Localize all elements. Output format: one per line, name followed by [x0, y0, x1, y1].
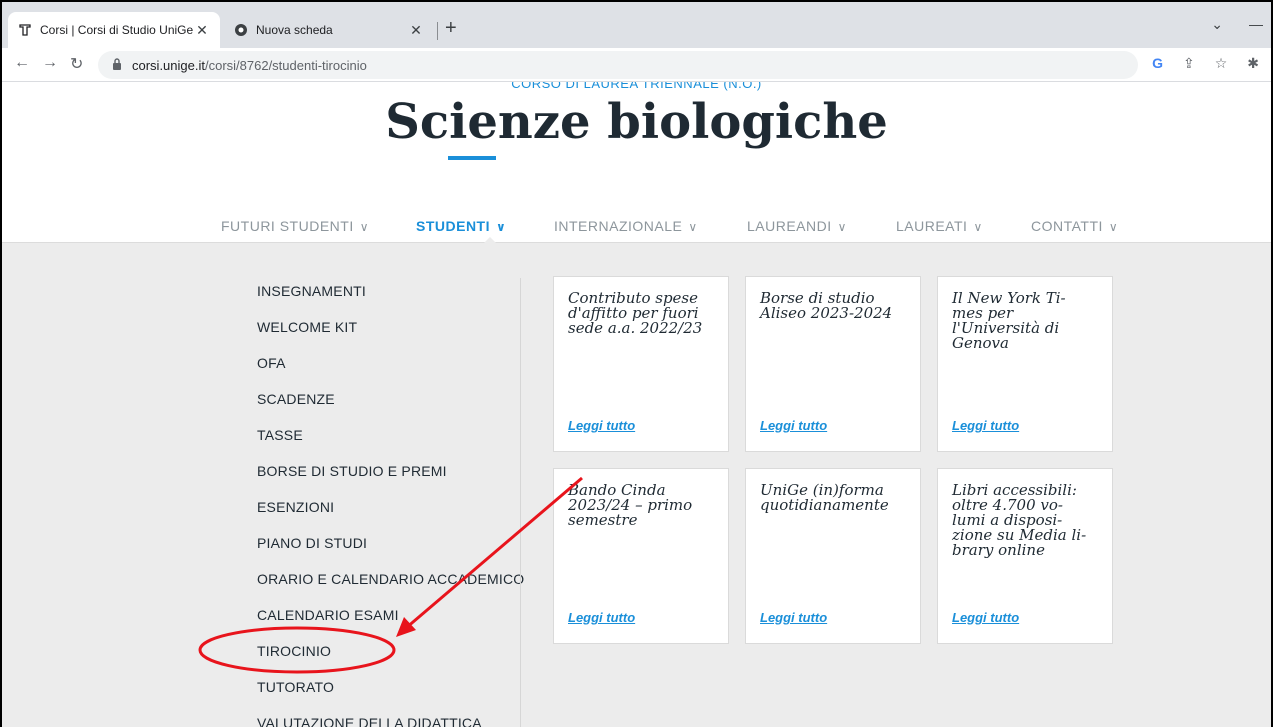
main-navigation: FUTURI STUDENTI ∨ STUDENTI ∨ INTERNAZIONAL…	[2, 212, 1271, 242]
news-card-title: Borse di studio Aliseo 2023-2024	[760, 289, 893, 322]
nav-label: INTERNAZIONALE	[554, 218, 683, 234]
tab-new[interactable]: Nuova scheda ✕	[224, 12, 434, 48]
nav-futuri-studenti[interactable]: FUTURI STUDENTI ∨	[221, 218, 369, 234]
news-card[interactable]: Il New York Ti-mes per l'Università di Gen…	[937, 276, 1113, 452]
chevron-down-icon: ∨	[688, 220, 698, 234]
title-accent-underline	[448, 156, 496, 160]
submenu-insegnamenti[interactable]: INSEGNAMENTI	[257, 283, 366, 299]
bookmark-star-icon[interactable]: ☆	[1215, 55, 1228, 72]
submenu-divider	[520, 278, 521, 727]
submenu-tirocinio[interactable]: TIROCINIO	[257, 643, 331, 659]
read-more-link[interactable]: Leggi tutto	[760, 418, 827, 433]
tab-title: Corsi | Corsi di Studio UniGe	[40, 23, 194, 37]
submenu-orario-calendario[interactable]: ORARIO E CALENDARIO ACCADEMICO	[257, 571, 524, 587]
browser-tab-strip: Corsi | Corsi di Studio UniGe ✕ Nuova sc…	[2, 2, 1271, 48]
chevron-down-icon: ∨	[1108, 220, 1119, 234]
nav-label: FUTURI STUDENTI	[221, 218, 354, 234]
reload-icon[interactable]: ↻	[70, 54, 83, 74]
news-card[interactable]: Contributo spese d'affitto per fuori sede …	[553, 276, 729, 452]
nav-label: LAUREATI	[896, 218, 968, 234]
submenu-piano-di-studi[interactable]: PIANO DI STUDI	[257, 535, 367, 551]
page-title[interactable]: Scienze biologiche	[2, 94, 1271, 160]
submenu-tasse[interactable]: TASSE	[257, 427, 303, 443]
tab-search-chevron-icon[interactable]: ⌄	[1211, 16, 1223, 33]
submenu-scadenze[interactable]: SCADENZE	[257, 391, 335, 407]
nav-label: STUDENTI	[416, 218, 490, 234]
nav-internazionale[interactable]: INTERNAZIONALE ∨	[554, 218, 698, 234]
chevron-down-icon: ∨	[973, 220, 983, 234]
read-more-link[interactable]: Leggi tutto	[568, 418, 635, 433]
news-card[interactable]: Borse di studio Aliseo 2023-2024 Leggi tu…	[745, 276, 921, 452]
chevron-down-icon: ∨	[359, 220, 370, 234]
chevron-down-icon: ∨	[837, 220, 847, 234]
share-icon[interactable]: ⇪	[1183, 55, 1195, 72]
news-card-title: Libri accessibili: oltre 4.700 vo-lumi a …	[952, 481, 1087, 559]
news-card-title: Il New York Ti-mes per l'Università di Gen…	[952, 289, 1066, 352]
news-card-title: Bando Cinda 2023/24 – primo semestre	[568, 481, 693, 529]
read-more-link[interactable]: Leggi tutto	[952, 418, 1019, 433]
news-card[interactable]: UniGe (in)forma quotidianamente Leggi tut…	[745, 468, 921, 644]
close-tab-icon[interactable]: ✕	[194, 22, 210, 39]
read-more-link[interactable]: Leggi tutto	[568, 610, 635, 625]
back-arrow-icon[interactable]: ←	[14, 54, 30, 72]
tab-separator	[437, 22, 438, 40]
news-card[interactable]: Libri accessibili: oltre 4.700 vo-lumi a …	[937, 468, 1113, 644]
read-more-link[interactable]: Leggi tutto	[760, 610, 827, 625]
page-title-text: Scienze biologiche	[385, 94, 888, 150]
forward-arrow-icon[interactable]: →	[42, 54, 58, 72]
nav-label: CONTATTI	[1031, 218, 1103, 234]
lock-icon	[112, 57, 124, 73]
address-bar[interactable]: corsi.unige.it/corsi/8762/studenti-tiroc…	[98, 51, 1138, 79]
submenu-valutazione-didattica[interactable]: VALUTAZIONE DELLA DIDATTICA	[257, 715, 482, 727]
chrome-favicon-icon	[234, 23, 248, 37]
google-icon[interactable]: G	[1152, 55, 1163, 72]
nav-laureati[interactable]: LAUREATI ∨	[896, 218, 983, 234]
url-path: /corsi/8762/studenti-tirocinio	[204, 57, 367, 73]
submenu-ofa[interactable]: OFA	[257, 355, 286, 371]
news-card[interactable]: Bando Cinda 2023/24 – primo semestre Leggi…	[553, 468, 729, 644]
browser-toolbar: ← → ↻ corsi.unige.it/corsi/8762/studenti…	[2, 48, 1271, 82]
tab-title: Nuova scheda	[256, 23, 333, 37]
submenu-esenzioni[interactable]: ESENZIONI	[257, 499, 334, 515]
submenu-calendario-esami[interactable]: CALENDARIO ESAMI	[257, 607, 399, 623]
new-tab-icon[interactable]: +	[445, 17, 457, 40]
nav-label: LAUREANDI	[747, 218, 832, 234]
course-kicker: CORSO DI LAUREA TRIENNALE (N.O.)	[511, 82, 762, 91]
nav-studenti[interactable]: STUDENTI ∨	[416, 218, 506, 234]
news-card-title: Contributo spese d'affitto per fuori sede …	[568, 289, 703, 337]
close-tab-icon[interactable]: ✕	[408, 22, 424, 39]
tab-corsi[interactable]: Corsi | Corsi di Studio UniGe ✕	[8, 12, 220, 48]
read-more-link[interactable]: Leggi tutto	[952, 610, 1019, 625]
news-card-title: UniGe (in)forma quotidianamente	[760, 481, 889, 514]
active-nav-pointer	[481, 237, 499, 246]
studenti-dropdown-panel: INSEGNAMENTI WELCOME KIT OFA SCADENZE TA…	[2, 242, 1271, 727]
web-page: CORSO DI LAUREA TRIENNALE (N.O.) Scienze…	[2, 82, 1271, 727]
url-host: corsi.unige.it	[132, 57, 205, 73]
submenu-borse-di-studio[interactable]: BORSE DI STUDIO E PREMI	[257, 463, 447, 479]
nav-contatti[interactable]: CONTATTI ∨	[1031, 218, 1118, 234]
unige-favicon-icon	[18, 23, 32, 37]
nav-laureandi[interactable]: LAUREANDI ∨	[747, 218, 847, 234]
minimize-icon[interactable]: —	[1249, 16, 1263, 33]
submenu-tutorato[interactable]: TUTORATO	[257, 679, 334, 695]
chevron-down-icon: ∨	[496, 220, 507, 234]
submenu-welcome-kit[interactable]: WELCOME KIT	[257, 319, 357, 335]
extensions-puzzle-icon[interactable]: ✱	[1247, 55, 1259, 72]
